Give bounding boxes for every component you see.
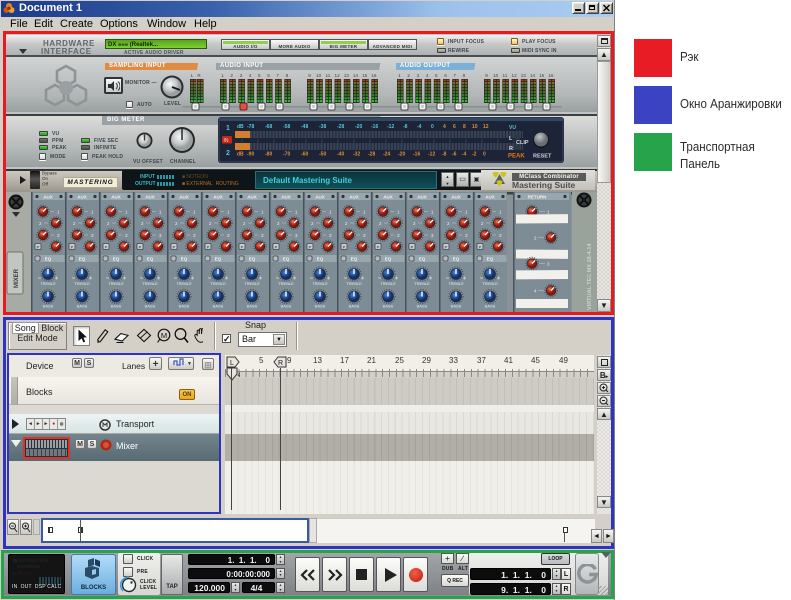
- svg-text:5: 5: [435, 73, 438, 78]
- svg-text:2: 2: [226, 150, 230, 157]
- svg-text:VIRTUAL TEC MX 28-4-14: VIRTUAL TEC MX 28-4-14: [587, 243, 593, 310]
- svg-text:-38: -38: [319, 124, 326, 130]
- svg-text:1: 1: [226, 125, 230, 132]
- svg-text:dB: dB: [237, 124, 244, 130]
- svg-text:8: 8: [463, 124, 466, 130]
- svg-text:6: 6: [267, 73, 270, 78]
- svg-text:12: 12: [335, 73, 341, 78]
- svg-text:2: 2: [407, 73, 410, 78]
- svg-text:-20: -20: [398, 152, 405, 158]
- svg-text:8: 8: [463, 73, 466, 78]
- svg-text:-50: -50: [319, 152, 326, 158]
- svg-text:10: 10: [493, 73, 499, 78]
- svg-text:L: L: [191, 73, 194, 78]
- svg-text:3: 3: [417, 73, 420, 78]
- svg-text:-78: -78: [247, 124, 254, 130]
- svg-text:4: 4: [249, 73, 252, 78]
- svg-text:5: 5: [258, 73, 261, 78]
- svg-text:12: 12: [512, 73, 518, 78]
- svg-text:15: 15: [539, 73, 545, 78]
- svg-text:7: 7: [276, 73, 279, 78]
- svg-text:PEAK: PEAK: [508, 154, 525, 160]
- svg-text:7: 7: [453, 73, 456, 78]
- svg-text:-58: -58: [283, 124, 290, 130]
- svg-text:13: 13: [521, 73, 527, 78]
- svg-text:-28: -28: [368, 152, 375, 158]
- svg-text:16: 16: [371, 73, 377, 78]
- svg-text:-8: -8: [442, 152, 447, 158]
- svg-text:R: R: [509, 146, 513, 152]
- svg-text:-16: -16: [371, 124, 378, 130]
- svg-text:-20: -20: [355, 124, 362, 130]
- svg-text:14: 14: [530, 73, 536, 78]
- svg-text:VU: VU: [509, 125, 516, 131]
- svg-text:0: 0: [431, 124, 434, 130]
- svg-text:1: 1: [221, 73, 224, 78]
- svg-text:11: 11: [326, 73, 331, 78]
- svg-text:RETURN: RETURN: [528, 195, 547, 200]
- svg-text:R: R: [197, 73, 201, 78]
- svg-text:-16: -16: [413, 152, 420, 158]
- svg-text:0: 0: [483, 152, 486, 158]
- svg-text:RESET: RESET: [533, 154, 552, 160]
- svg-text:11: 11: [503, 73, 508, 78]
- svg-text:1: 1: [398, 73, 401, 78]
- svg-text:-12: -12: [428, 152, 435, 158]
- svg-text:MIXER: MIXER: [14, 268, 20, 288]
- svg-text:8: 8: [286, 73, 289, 78]
- svg-text:13: 13: [344, 73, 350, 78]
- svg-text:-12: -12: [387, 124, 394, 130]
- svg-text:12: 12: [483, 124, 489, 130]
- svg-text:IN: IN: [224, 138, 229, 144]
- svg-text:-48: -48: [301, 124, 308, 130]
- svg-text:-6: -6: [452, 152, 457, 158]
- svg-text:2: 2: [230, 73, 233, 78]
- svg-text:-24: -24: [383, 152, 390, 158]
- svg-text:-80: -80: [265, 152, 272, 158]
- svg-text:-40: -40: [337, 152, 344, 158]
- svg-text:dB: dB: [237, 152, 244, 158]
- svg-text:-2: -2: [472, 152, 477, 158]
- svg-text:4: 4: [426, 73, 429, 78]
- svg-text:9: 9: [308, 73, 311, 78]
- svg-text:9: 9: [485, 73, 488, 78]
- svg-text:3: 3: [240, 73, 243, 78]
- svg-text:4: 4: [238, 373, 241, 379]
- svg-text:4: 4: [443, 124, 446, 130]
- svg-text:6: 6: [453, 124, 456, 130]
- svg-text:L: L: [230, 360, 234, 367]
- svg-text:-4: -4: [417, 124, 422, 130]
- svg-text:15: 15: [362, 73, 368, 78]
- svg-text:M: M: [161, 331, 167, 340]
- svg-text:-32: -32: [353, 152, 360, 158]
- svg-text:16: 16: [548, 73, 554, 78]
- svg-text:-68: -68: [265, 124, 272, 130]
- svg-text:-4: -4: [462, 152, 467, 158]
- svg-text:-60: -60: [301, 152, 308, 158]
- svg-text:10: 10: [472, 124, 478, 130]
- svg-text:6: 6: [444, 73, 447, 78]
- svg-text:-70: -70: [283, 152, 290, 158]
- svg-text:-90: -90: [247, 152, 254, 158]
- svg-text:14: 14: [353, 73, 359, 78]
- svg-text:10: 10: [316, 73, 322, 78]
- svg-text:-8: -8: [403, 124, 408, 130]
- svg-text:-28: -28: [337, 124, 344, 130]
- svg-text:R: R: [278, 360, 283, 367]
